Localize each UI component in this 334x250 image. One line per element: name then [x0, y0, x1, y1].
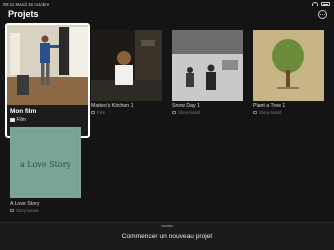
project-type: Film — [91, 110, 105, 115]
project-thumbnail — [253, 30, 324, 101]
status-time-date: 09:41 Mardi 16 octobre — [3, 2, 50, 7]
storyboard-icon — [10, 208, 14, 213]
man-in-room-image — [7, 25, 88, 105]
drag-handle[interactable] — [161, 225, 173, 227]
children-in-snow-image — [172, 30, 243, 101]
project-thumbnail — [7, 25, 88, 105]
status-icons — [312, 2, 330, 6]
storyboard-icon — [253, 110, 257, 115]
project-card-matteos-kitchen[interactable]: Matteo's Kitchen 1 Film — [91, 30, 162, 120]
tree-illustration — [253, 30, 324, 101]
project-title: Matteo's Kitchen 1 — [91, 103, 134, 109]
boy-in-kitchen-image — [91, 30, 162, 101]
film-icon — [10, 118, 15, 122]
project-thumbnail: a Love Story — [10, 127, 81, 198]
battery-icon — [321, 2, 330, 6]
page-title: Projets — [8, 9, 39, 19]
project-type: Film — [10, 117, 26, 123]
project-type: Story-board — [172, 110, 200, 115]
love-story-title-card: a Love Story — [10, 127, 81, 198]
project-type-label: Story-board — [259, 110, 282, 115]
status-bar: 09:41 Mardi 16 octobre — [0, 0, 334, 9]
project-card-mon-film[interactable]: Mon film Film — [5, 23, 90, 138]
more-options-button[interactable] — [318, 10, 327, 19]
project-type-label: Film — [16, 117, 26, 123]
more-dot-icon — [319, 13, 321, 16]
bottom-bar: Commencer un nouveau projet — [0, 222, 334, 250]
project-thumbnail — [91, 30, 162, 101]
project-type-label: Story-board — [178, 110, 201, 115]
project-card-a-love-story[interactable]: a Love Story A Love Story Story-board — [10, 127, 81, 217]
project-card-snow-day[interactable]: Snow Day 1 Story-board — [172, 30, 243, 120]
project-title: Snow Day 1 — [172, 103, 200, 109]
thumbnail-title-text: a Love Story — [20, 160, 72, 169]
project-title: Plant a Tree 1 — [253, 103, 286, 109]
project-type-label: Film — [97, 110, 106, 115]
film-icon — [91, 110, 95, 115]
project-type-label: Story-board — [16, 208, 39, 213]
more-dot-icon — [324, 13, 326, 16]
project-type: Story-board — [10, 208, 38, 213]
storyboard-icon — [172, 110, 176, 115]
more-dot-icon — [321, 13, 324, 16]
wifi-icon — [312, 2, 318, 6]
project-title: A Love Story — [10, 201, 40, 207]
project-thumbnail — [172, 30, 243, 101]
new-project-button[interactable]: Commencer un nouveau projet — [0, 233, 334, 240]
project-card-plant-a-tree[interactable]: Plant a Tree 1 Story-board — [253, 30, 324, 120]
project-type: Story-board — [253, 110, 281, 115]
project-title: Mon film — [10, 108, 37, 115]
